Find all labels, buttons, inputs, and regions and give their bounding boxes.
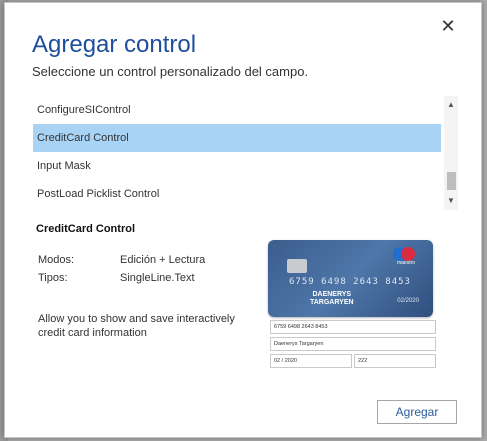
list-item-configuresicontrol[interactable]: ConfigureSIControl [33,96,441,124]
preview-name-field: Daenerys Targaryen [270,337,436,351]
card-chip-icon [287,259,307,273]
list-item-creditcard-control[interactable]: CreditCard Control [33,124,441,152]
scroll-down-arrow-icon[interactable]: ▼ [444,196,458,206]
modes-label: Modos: [38,254,75,266]
maestro-logo-icon: maestro [389,247,423,269]
card-number: 6759 6498 2643 8453 [289,277,411,287]
modes-value: Edición + Lectura [120,254,206,266]
dialog-title: Agregar control [32,31,197,58]
add-control-dialog: ✕ Agregar control Seleccione un control … [4,2,482,438]
scrollbar-thumb[interactable] [447,172,456,190]
card-holder-line2: TARGARYEN [310,299,354,306]
card-holder: DAENERYS TARGARYEN [310,291,354,307]
control-list: ConfigureSIControl CreditCard Control In… [33,96,458,210]
dialog-subtitle: Seleccione un control personalizado del … [32,64,309,79]
control-description: Allow you to show and save interactively… [38,313,235,339]
credit-card-image: maestro 6759 6498 2643 8453 DAENERYS TAR… [268,240,433,317]
control-list-items: ConfigureSIControl CreditCard Control In… [33,96,441,210]
list-item-input-mask[interactable]: Input Mask [33,152,441,180]
preview-number-field: 6759 6498 2643 8453 [270,320,436,334]
list-scrollbar[interactable]: ▲ ▼ [444,96,458,210]
add-button[interactable]: Agregar [377,400,457,424]
card-expiry: 02/2020 [397,298,419,304]
scroll-up-arrow-icon[interactable]: ▲ [444,100,458,110]
selected-control-name: CreditCard Control [36,223,135,235]
card-holder-line1: DAENERYS [312,291,352,298]
types-value: SingleLine.Text [120,272,195,284]
control-preview: maestro 6759 6498 2643 8453 DAENERYS TAR… [266,238,438,370]
close-icon[interactable]: ✕ [439,17,457,35]
list-item-postload-picklist-control[interactable]: PostLoad Picklist Control [33,180,441,208]
preview-expiry-field: 02 / 2020 [270,354,352,368]
preview-cvv-field: 222 [354,354,436,368]
card-logo-text: maestro [396,260,416,266]
types-label: Tipos: [38,272,68,284]
